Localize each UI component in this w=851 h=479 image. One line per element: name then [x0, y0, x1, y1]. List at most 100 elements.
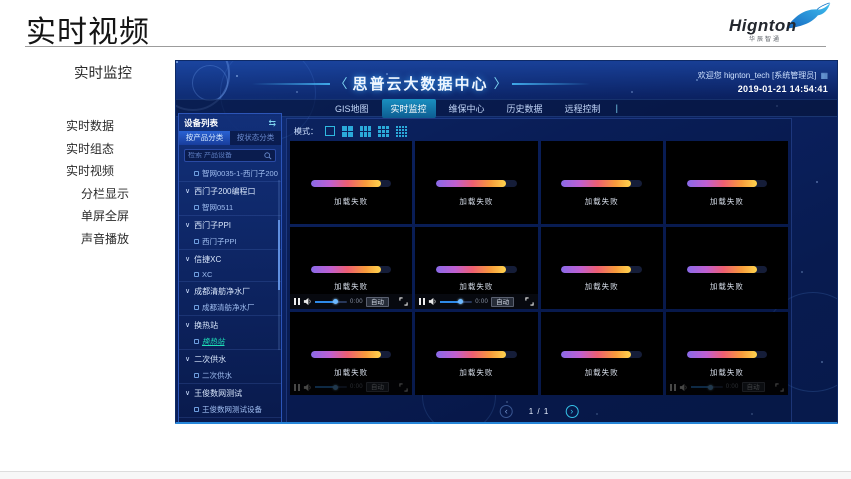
volume-slider[interactable] — [440, 301, 472, 303]
collapse-panel-icon[interactable]: ⇆ — [268, 119, 276, 128]
title-flourish-line — [512, 83, 590, 85]
tab-gis-map[interactable]: GIS地图 — [326, 99, 378, 118]
nav-item-realtime-data[interactable]: 实时数据 — [66, 117, 132, 134]
tile-error-text: 加载失败 — [541, 281, 663, 292]
pause-icon[interactable] — [294, 384, 300, 391]
video-tile-1[interactable]: 加载失败 — [415, 141, 537, 224]
tree-device-6[interactable]: XC — [179, 267, 281, 281]
speaker-icon[interactable] — [679, 383, 688, 392]
title-bracket-right: 〉 — [494, 77, 507, 90]
loading-gradient-bar — [687, 351, 768, 358]
video-tile-0[interactable]: 加载失败 — [290, 141, 412, 224]
tree-device-10[interactable]: 换热站 — [179, 333, 281, 349]
fullscreen-icon[interactable] — [775, 383, 784, 392]
loading-gradient-bar — [561, 351, 642, 358]
tree-device-8[interactable]: 成都清舫净水厂 — [179, 299, 281, 315]
video-tile-3[interactable]: 加载失败 — [666, 141, 788, 224]
layout-mode-1-button[interactable] — [325, 126, 335, 136]
video-tile-4[interactable]: 加载失败 0:00 自动 — [290, 227, 412, 310]
layout-mode-9-button[interactable] — [378, 126, 389, 137]
auto-quality-button[interactable]: 自动 — [742, 382, 765, 392]
tree-group-5[interactable]: ∨信捷XC — [179, 249, 281, 267]
video-tile-8[interactable]: 加载失败 0:00 自动 — [290, 312, 412, 395]
tree-group-11[interactable]: ∨二次供水 — [179, 349, 281, 367]
layout-mode-6-button[interactable] — [360, 126, 371, 137]
pause-icon[interactable] — [419, 298, 425, 305]
tree-device-4[interactable]: 西门子PPI — [179, 233, 281, 249]
tile-error-text: 加载失败 — [415, 367, 537, 378]
pause-icon[interactable] — [294, 298, 300, 305]
tab-remote-control[interactable]: 远程控制 — [556, 99, 610, 118]
auto-quality-button[interactable]: 自动 — [366, 297, 389, 307]
panel-tab-0[interactable]: 按产品分类 — [179, 131, 230, 145]
nav-section-realtime-monitor[interactable]: 实时监控 — [74, 62, 132, 83]
datetime: 2019-01-21 14:54:41 — [698, 84, 828, 94]
tree-device-14[interactable]: 王俊数网测试设备 — [179, 401, 281, 417]
tree-label: 智网0035-1-西门子200 — [202, 168, 278, 179]
volume-slider[interactable] — [691, 386, 723, 388]
tree-label: 换热站 — [202, 336, 225, 347]
nav-item-realtime-video[interactable]: 实时视频 — [66, 162, 132, 179]
nav-subitem-audio-play[interactable]: 声音播放 — [66, 230, 132, 247]
video-tile-9[interactable]: 加载失败 — [415, 312, 537, 395]
volume-slider[interactable] — [315, 301, 347, 303]
tree-group-3[interactable]: ∨西门子PPI — [179, 215, 281, 233]
panel-tab-1[interactable]: 按状态分类 — [230, 131, 281, 145]
auto-quality-button[interactable]: 自动 — [366, 382, 389, 392]
fullscreen-icon[interactable] — [525, 297, 534, 306]
video-tile-11[interactable]: 加载失败 0:00 自动 — [666, 312, 788, 395]
loading-gradient-bar — [687, 266, 768, 273]
scrollbar-thumb[interactable] — [278, 220, 280, 290]
nav-subitem-split-display[interactable]: 分栏显示 — [66, 185, 132, 202]
menu-icon[interactable]: ▦ — [820, 72, 828, 80]
chevron-down-icon: ∨ — [185, 322, 190, 329]
speaker-icon[interactable] — [303, 297, 312, 306]
video-tile-2[interactable]: 加载失败 — [541, 141, 663, 224]
next-page-button[interactable]: › — [565, 405, 578, 418]
tab-maintenance-center[interactable]: 维保中心 — [440, 99, 494, 118]
tree-group-15[interactable]: ∨CES — [179, 417, 281, 421]
slider-knob[interactable] — [458, 299, 463, 304]
search-input[interactable] — [188, 152, 264, 159]
tree-group-7[interactable]: ∨成都清舫净水厂 — [179, 281, 281, 299]
tree-device-12[interactable]: 二次供水 — [179, 367, 281, 383]
video-tile-5[interactable]: 加载失败 0:00 自动 — [415, 227, 537, 310]
tile-error-text: 加载失败 — [290, 196, 412, 207]
page-title: 实时视频 — [26, 7, 150, 51]
device-search[interactable] — [184, 149, 276, 162]
tree-label: XC — [202, 270, 212, 279]
speaker-icon[interactable] — [428, 297, 437, 306]
prev-page-button[interactable]: ‹ — [500, 405, 513, 418]
fullscreen-icon[interactable] — [399, 383, 408, 392]
video-tile-6[interactable]: 加载失败 — [541, 227, 663, 310]
dashboard-title: 〈 思普云大数据中心 〉 — [252, 73, 590, 94]
fullscreen-icon[interactable] — [399, 297, 408, 306]
slider-knob[interactable] — [708, 385, 713, 390]
video-wall: 模式： 加载失败加载失败加载失败加载失败加载失败 0:00 自动 加载失败 0:… — [286, 118, 792, 424]
video-tile-7[interactable]: 加载失败 — [666, 227, 788, 310]
volume-slider[interactable] — [315, 386, 347, 388]
tree-group-13[interactable]: ∨王俊数网测试 — [179, 383, 281, 401]
layout-mode-4-button[interactable] — [342, 126, 353, 137]
pause-icon[interactable] — [670, 384, 676, 391]
tree-label: 成都清舫净水厂 — [194, 286, 250, 297]
tree-device-0[interactable]: 智网0035-1-西门子200 — [179, 165, 281, 181]
nav-item-realtime-config[interactable]: 实时组态 — [66, 140, 132, 157]
tile-error-text: 加载失败 — [666, 367, 788, 378]
slider-knob[interactable] — [333, 385, 338, 390]
device-icon — [194, 272, 199, 277]
speaker-icon[interactable] — [303, 383, 312, 392]
slider-knob[interactable] — [333, 299, 338, 304]
nav-subitem-single-fullscreen[interactable]: 单屏全屏 — [66, 207, 132, 224]
tab-history-data[interactable]: 历史数据 — [498, 99, 552, 118]
layout-mode-16-button[interactable] — [396, 126, 407, 137]
tree-device-2[interactable]: 智网0511 — [179, 199, 281, 215]
tree-group-9[interactable]: ∨换热站 — [179, 315, 281, 333]
tile-error-text: 加载失败 — [541, 367, 663, 378]
video-tile-10[interactable]: 加载失败 — [541, 312, 663, 395]
tab-realtime-monitor[interactable]: 实时监控 — [382, 99, 436, 118]
tree-group-1[interactable]: ∨西门子200编程口 — [179, 181, 281, 199]
chevron-down-icon: ∨ — [185, 256, 190, 263]
tile-error-text: 加载失败 — [666, 196, 788, 207]
auto-quality-button[interactable]: 自动 — [491, 297, 514, 307]
